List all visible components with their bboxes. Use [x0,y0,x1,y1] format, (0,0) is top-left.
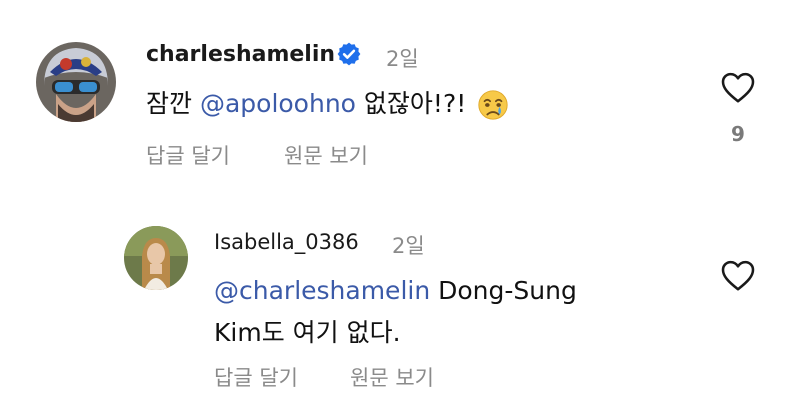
crying-face-emoji [478,90,508,120]
comment-timestamp: 2일 [392,234,425,258]
comment-text-segment: Dong-Sung [430,276,577,305]
avatar[interactable] [36,42,116,122]
like-heart-icon[interactable] [720,258,756,292]
comment-text: @charleshamelin Dong-Sung Kim도 여기 없다. [214,270,654,354]
comment-text-line: @charleshamelin Dong-Sung [214,270,654,312]
comment-text-segment: 잠깐 [146,89,200,118]
reply-button[interactable]: 답글 달기 [214,362,298,392]
like-count: 9 [731,122,745,146]
comment-text-line: Kim도 여기 없다. [214,318,401,347]
mention-link[interactable]: @apoloohno [200,89,356,118]
verified-badge-icon [337,42,361,66]
comment-item: charleshamelin 2일 잠깐 @apoloohno 없잖아!?! 답… [0,0,800,200]
see-translation-button[interactable]: 원문 보기 [284,140,368,170]
comment-timestamp: 2일 [386,47,419,71]
comment-text-segment: 없잖아!?! [355,89,467,118]
comment-username[interactable]: Isabella_0386 [214,230,359,254]
reply-comment-item: Isabella_0386 2일 @charleshamelin Dong-Su… [0,200,800,406]
like-heart-icon[interactable] [720,70,756,104]
avatar[interactable] [124,226,188,290]
see-translation-button[interactable]: 원문 보기 [350,362,434,392]
comment-text: 잠깐 @apoloohno 없잖아!?! [146,83,510,125]
comment-username[interactable]: charleshamelin [146,42,335,67]
reply-button[interactable]: 답글 달기 [146,140,230,170]
mention-link[interactable]: @charleshamelin [214,276,430,305]
